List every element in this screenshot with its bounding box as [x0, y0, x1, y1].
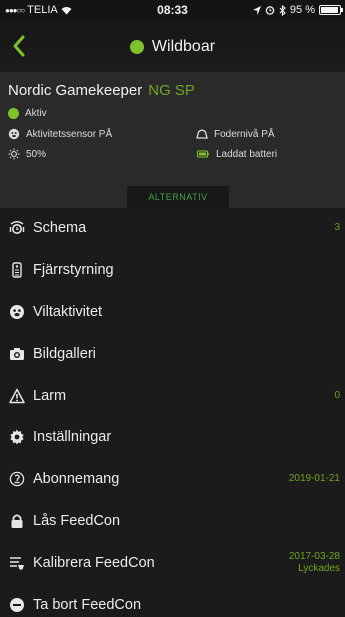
remote-icon	[9, 262, 25, 278]
options-menu: Schema 3 Fjärrstyrning Viltaktivitet Bil…	[0, 208, 345, 617]
feed-level-text: Fodernivå PÅ	[214, 128, 275, 140]
menu-item-label: Bildgalleri	[33, 345, 96, 362]
battery-status-text: Laddat batteri	[216, 148, 278, 160]
menu-item-label: Viltaktivitet	[33, 303, 103, 320]
remove-icon	[9, 597, 25, 613]
feed-level-row: Fodernivå PÅ	[196, 128, 275, 140]
brightness-text: 50%	[26, 148, 47, 160]
menu-item-label: Lås FeedCon	[33, 512, 121, 529]
device-code: NG SP	[148, 82, 195, 99]
menu-item-label: Kalibrera FeedCon	[33, 554, 155, 571]
menu-item-viltaktivitet[interactable]: Viltaktivitet	[0, 292, 345, 334]
menu-item-installningar[interactable]: Inställningar	[0, 417, 345, 459]
subscription-icon	[9, 471, 25, 487]
menu-item-ta-bort-feedcon[interactable]: Ta bort FeedCon	[0, 584, 345, 617]
location-icon	[252, 5, 261, 15]
menu-item-abonnemang[interactable]: Abonnemang 2019-01-21	[0, 459, 345, 501]
menu-item-label: Larm	[33, 387, 67, 404]
menu-item-las-feedcon[interactable]: Lås FeedCon	[0, 501, 345, 543]
page-title-text: Wildboar	[151, 38, 216, 55]
device-name: Nordic Gamekeeper	[8, 82, 143, 99]
battery-charged-icon	[196, 150, 209, 158]
sun-icon	[8, 148, 20, 160]
menu-item-label: Abonnemang	[33, 471, 120, 488]
status-right: 95 %	[252, 4, 343, 16]
gear-icon	[9, 429, 25, 445]
warning-icon	[9, 388, 25, 404]
boar-icon	[9, 304, 25, 320]
menu-item-label: Inställningar	[33, 429, 112, 446]
feed-level-icon	[196, 129, 208, 139]
battery-level-fill	[321, 7, 339, 13]
battery-icon	[319, 5, 343, 15]
activity-sensor-row: Aktivitetssensor PÅ	[8, 128, 112, 140]
activity-sensor-text: Aktivitetssensor PÅ	[26, 128, 113, 140]
bluetooth-icon	[279, 4, 286, 16]
menu-item-fjarrstyrning[interactable]: Fjärrstyrning	[0, 250, 345, 292]
status-bar: ●●●○○ TELIA 08:33 95 %	[0, 0, 345, 20]
status-dot-icon	[129, 40, 144, 54]
alarm-count: 0	[334, 389, 340, 401]
calibration-result: Lyckades	[298, 562, 340, 574]
boar-icon	[8, 128, 20, 140]
schedule-icon	[9, 220, 25, 236]
menu-item-bildgalleri[interactable]: Bildgalleri	[0, 333, 345, 376]
battery-status-row: Laddat batteri	[196, 148, 277, 160]
navigation-bar: Wildboar	[0, 20, 345, 72]
page-title: Wildboar	[0, 38, 345, 56]
subscription-date: 2019-01-21	[288, 473, 340, 485]
schedule-count: 3	[334, 222, 340, 234]
calibrate-icon	[9, 555, 25, 571]
camera-icon	[9, 346, 25, 362]
device-title: Nordic Gamekeeper NG SP	[8, 82, 195, 99]
menu-item-label: Ta bort FeedCon	[33, 596, 142, 613]
calibration-date: 2017-03-28	[288, 550, 340, 562]
device-status-text: Aktiv	[25, 108, 47, 119]
tab-alternativ[interactable]: ALTERNATIV	[127, 186, 229, 208]
calibration-info: 2017-03-28 Lyckades	[289, 551, 340, 575]
menu-item-larm[interactable]: Larm 0	[0, 375, 345, 417]
brightness-row: 50%	[8, 148, 46, 160]
alarm-icon	[265, 6, 275, 15]
device-status-row: Aktiv	[8, 108, 47, 119]
menu-item-schema[interactable]: Schema 3	[0, 208, 345, 250]
menu-item-label: Schema	[33, 220, 87, 237]
active-dot-icon	[8, 108, 19, 119]
menu-item-label: Fjärrstyrning	[33, 262, 114, 279]
menu-item-kalibrera-feedcon[interactable]: Kalibrera FeedCon 2017-03-28 Lyckades	[0, 542, 345, 585]
battery-percent: 95 %	[289, 4, 315, 16]
lock-icon	[9, 513, 25, 529]
